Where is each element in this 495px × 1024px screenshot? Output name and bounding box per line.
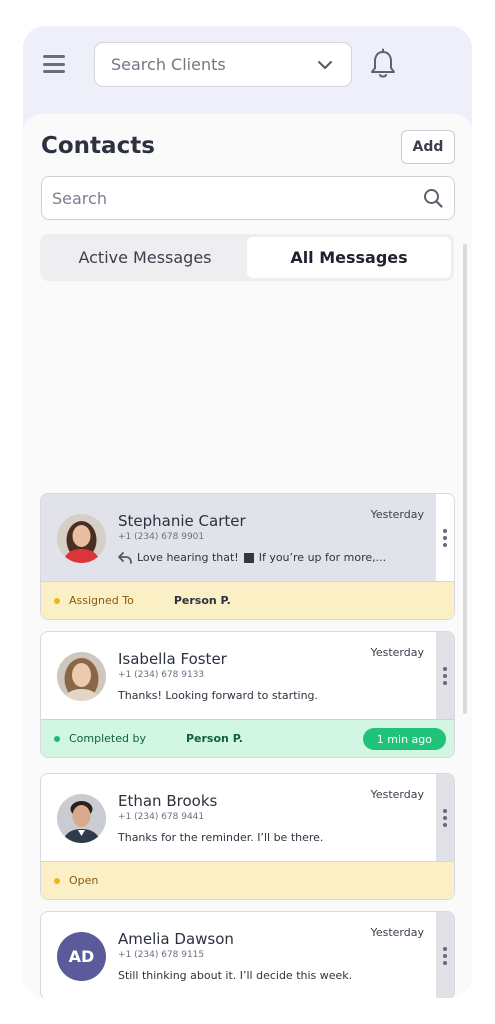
add-contact-button[interactable]: Add: [401, 130, 455, 164]
tab-active-messages[interactable]: Active Messages: [43, 237, 247, 278]
time-badge: 1 min ago: [362, 728, 446, 750]
status-label: Completed by: [69, 732, 146, 745]
contacts-panel: Contacts Add Active Messages All Message…: [23, 114, 472, 998]
reply-icon: [118, 551, 132, 564]
avatar: AD: [57, 932, 106, 981]
status-bar: Completed by Person P. 1 min ago: [41, 719, 454, 757]
message-preview: Love hearing that! If you’re up for more…: [118, 551, 386, 564]
message-time: Yesterday: [370, 788, 424, 801]
contact-name: Stephanie Carter: [118, 512, 246, 530]
contact-card[interactable]: Ethan Brooks +1 (234) 678 9441 Thanks fo…: [40, 773, 455, 900]
search-box: [41, 176, 455, 220]
message-time: Yesterday: [370, 926, 424, 939]
search-input[interactable]: [52, 188, 422, 208]
contact-name: Ethan Brooks: [118, 792, 218, 810]
more-options-icon[interactable]: [436, 494, 454, 581]
client-select[interactable]: Search Clients: [94, 42, 352, 87]
status-label: Assigned To: [69, 594, 134, 607]
message-preview: Thanks for the reminder. I’ll be there.: [118, 831, 324, 844]
status-dot: [54, 597, 60, 604]
contact-card-body[interactable]: AD Amelia Dawson +1 (234) 678 9115 Still…: [41, 912, 454, 998]
app-screen: Search Clients Contacts Add Active Messa…: [23, 26, 472, 998]
preview-text-end: If you’re up for more,...: [258, 551, 387, 564]
status-bar: Assigned To Person P.: [41, 581, 454, 619]
message-preview: Still thinking about it. I’ll decide thi…: [118, 969, 353, 982]
top-bar: Search Clients: [23, 26, 472, 116]
search-icon[interactable]: [422, 187, 444, 209]
contact-name: Isabella Foster: [118, 650, 227, 668]
contact-phone: +1 (234) 678 9133: [118, 670, 205, 680]
status-dot: [54, 735, 60, 742]
more-options-icon[interactable]: [436, 774, 454, 861]
avatar: [57, 514, 106, 563]
status-dot: [54, 877, 60, 884]
message-time: Yesterday: [370, 646, 424, 659]
contact-card[interactable]: AD Amelia Dawson +1 (234) 678 9115 Still…: [40, 911, 455, 998]
message-time: Yesterday: [370, 508, 424, 521]
more-options-icon[interactable]: [436, 912, 454, 998]
contact-phone: +1 (234) 678 9115: [118, 950, 205, 960]
bell-icon[interactable]: [368, 48, 398, 80]
more-options-icon[interactable]: [436, 632, 454, 719]
contact-phone: +1 (234) 678 9901: [118, 532, 205, 542]
page-title: Contacts: [41, 133, 155, 159]
message-tabs: Active Messages All Messages: [40, 234, 454, 281]
tab-all-messages[interactable]: All Messages: [247, 237, 451, 278]
scrollbar[interactable]: [463, 244, 467, 714]
status-label: Open: [69, 874, 99, 887]
client-select-value: Search Clients: [111, 55, 226, 74]
message-preview: Thanks! Looking forward to starting.: [118, 689, 319, 702]
contact-card-body[interactable]: Ethan Brooks +1 (234) 678 9441 Thanks fo…: [41, 774, 454, 861]
contact-card[interactable]: Isabella Foster +1 (234) 678 9133 Thanks…: [40, 631, 455, 758]
status-bar: Open: [41, 861, 454, 899]
menu-icon[interactable]: [43, 55, 65, 73]
contact-card-body[interactable]: Isabella Foster +1 (234) 678 9133 Thanks…: [41, 632, 454, 719]
preview-text-start: Love hearing that!: [137, 551, 239, 564]
stop-icon: [243, 552, 254, 563]
contact-phone: +1 (234) 678 9441: [118, 812, 205, 822]
chevron-down-icon: [318, 60, 332, 69]
contact-card[interactable]: Stephanie Carter +1 (234) 678 9901 Love …: [40, 493, 455, 620]
avatar: [57, 794, 106, 843]
contact-name: Amelia Dawson: [118, 930, 234, 948]
status-person: Person P.: [185, 732, 243, 745]
contact-card-body[interactable]: Stephanie Carter +1 (234) 678 9901 Love …: [41, 494, 454, 581]
avatar: [57, 652, 106, 701]
status-person: Person P.: [173, 594, 231, 607]
